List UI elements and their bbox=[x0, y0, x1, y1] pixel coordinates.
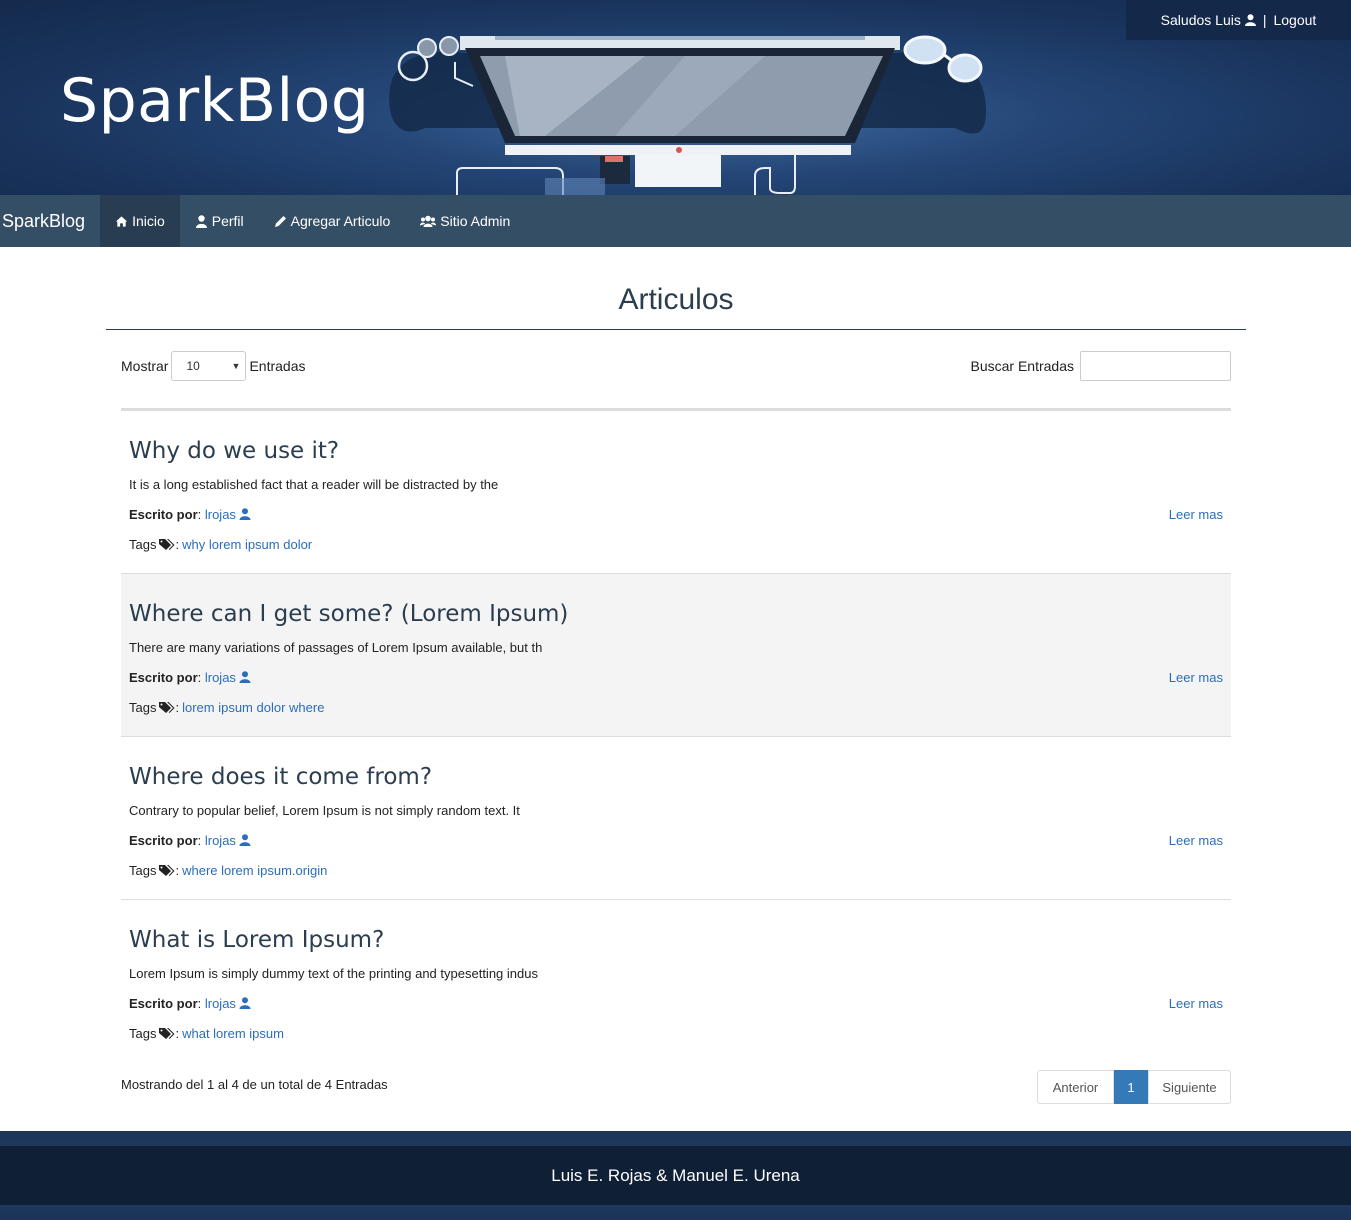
nav-label-inicio: Inicio bbox=[132, 213, 165, 229]
article-tags-line: Tags: where lorem ipsum.origin bbox=[129, 863, 328, 878]
search-input[interactable] bbox=[1080, 351, 1231, 381]
author-label: Escrito por bbox=[129, 670, 198, 685]
author-label: Escrito por bbox=[129, 996, 198, 1011]
nav-item-agregar-articulo[interactable]: Agregar Articulo bbox=[259, 195, 406, 247]
next-page-button[interactable]: Siguiente bbox=[1148, 1070, 1231, 1104]
read-more-link[interactable]: Leer mas bbox=[1169, 670, 1223, 685]
logout-link[interactable]: Logout bbox=[1273, 12, 1316, 28]
nav-item-perfil[interactable]: Perfil bbox=[180, 195, 259, 247]
article-title[interactable]: Where does it come from? bbox=[129, 764, 432, 790]
tag-link[interactable]: lorem ipsum dolor where bbox=[182, 700, 324, 715]
pagination-info: Mostrando del 1 al 4 de un total de 4 En… bbox=[121, 1077, 388, 1092]
tags-label: Tags bbox=[129, 863, 157, 878]
user-bar: Saludos Luis | Logout bbox=[1126, 0, 1351, 40]
tag-link[interactable]: why lorem ipsum dolor bbox=[182, 537, 312, 552]
page-length-value: 10 bbox=[186, 359, 200, 373]
read-more-link[interactable]: Leer mas bbox=[1169, 507, 1223, 522]
tag-link[interactable]: where lorem ipsum.origin bbox=[182, 863, 327, 878]
tags-label: Tags bbox=[129, 1026, 157, 1041]
tags-label: Tags bbox=[129, 700, 157, 715]
footer: Luis E. Rojas & Manuel E. Urena bbox=[0, 1146, 1351, 1205]
site-title: SparkBlog bbox=[60, 66, 370, 136]
page-length-select[interactable]: 10 ▼ bbox=[171, 351, 247, 381]
nav-label-sitio-admin: Sitio Admin bbox=[440, 213, 511, 229]
user-icon bbox=[239, 997, 251, 1009]
search-label: Buscar Entradas bbox=[970, 358, 1075, 374]
tag-link[interactable]: what lorem ipsum bbox=[182, 1026, 284, 1041]
article-excerpt: Lorem Ipsum is simply dummy text of the … bbox=[129, 966, 538, 981]
article-excerpt: Contrary to popular belief, Lorem Ipsum … bbox=[129, 803, 520, 818]
user-icon bbox=[239, 671, 251, 683]
author-link[interactable]: lrojas bbox=[205, 507, 236, 522]
nav-label-agregar-articulo: Agregar Articulo bbox=[290, 213, 391, 229]
user-icon bbox=[239, 834, 251, 846]
desk-illustration bbox=[389, 35, 986, 195]
tags-icon bbox=[159, 702, 175, 713]
main-navbar: SparkBlog Inicio Perfil Agregar Articulo… bbox=[0, 195, 1351, 247]
separator: | bbox=[1262, 12, 1267, 28]
tags-icon bbox=[159, 865, 175, 876]
table-controls: Mostrar 10 ▼ Entradas Buscar Entradas bbox=[121, 351, 1231, 381]
tags-label: Tags bbox=[129, 537, 157, 552]
article-title[interactable]: What is Lorem Ipsum? bbox=[129, 927, 384, 953]
read-more-link[interactable]: Leer mas bbox=[1169, 833, 1223, 848]
author-label: Escrito por bbox=[129, 833, 198, 848]
author-link[interactable]: lrojas bbox=[205, 833, 236, 848]
author-link[interactable]: lrojas bbox=[205, 996, 236, 1011]
footer-credits: Luis E. Rojas & Manuel E. Urena bbox=[551, 1165, 800, 1185]
article-tags-line: Tags: why lorem ipsum dolor bbox=[129, 537, 313, 552]
greeting-text: Saludos Luis bbox=[1160, 12, 1241, 28]
article-author-line: Escrito por: lrojas bbox=[129, 670, 251, 685]
user-icon bbox=[195, 214, 207, 228]
author-link[interactable]: lrojas bbox=[205, 670, 236, 685]
article-row: Where does it come from? Contrary to pop… bbox=[121, 737, 1231, 900]
pencil-icon bbox=[274, 215, 286, 227]
user-icon bbox=[239, 508, 251, 520]
article-title[interactable]: Where can I get some? (Lorem Ipsum) bbox=[129, 601, 568, 627]
page-length-control: Mostrar 10 ▼ Entradas bbox=[121, 351, 306, 381]
chevron-down-icon: ▼ bbox=[231, 361, 241, 371]
show-label: Mostrar bbox=[121, 358, 169, 374]
pagination: Anterior 1 Siguiente bbox=[1037, 1070, 1231, 1104]
read-more-link[interactable]: Leer mas bbox=[1169, 996, 1223, 1011]
article-tags-line: Tags: what lorem ipsum bbox=[129, 1026, 284, 1041]
header-banner: SparkBlog Saludos Luis | Logout bbox=[0, 0, 1351, 195]
nav-item-sitio-admin[interactable]: Sitio Admin bbox=[405, 195, 525, 247]
entries-label: Entradas bbox=[249, 358, 306, 374]
article-row: Where can I get some? (Lorem Ipsum) Ther… bbox=[121, 574, 1231, 737]
article-author-line: Escrito por: lrojas bbox=[129, 507, 251, 522]
article-author-line: Escrito por: lrojas bbox=[129, 833, 251, 848]
article-row: Why do we use it? It is a long establish… bbox=[121, 411, 1231, 574]
nav-item-inicio[interactable]: Inicio bbox=[100, 195, 180, 247]
article-tags-line: Tags: lorem ipsum dolor where bbox=[129, 700, 325, 715]
previous-page-button[interactable]: Anterior bbox=[1037, 1070, 1114, 1104]
users-icon bbox=[420, 215, 437, 227]
tags-icon bbox=[159, 539, 175, 550]
navbar-brand[interactable]: SparkBlog bbox=[0, 195, 100, 247]
article-excerpt: There are many variations of passages of… bbox=[129, 640, 543, 655]
tags-icon bbox=[159, 1028, 175, 1039]
page-title: Articulos bbox=[106, 283, 1246, 330]
search-control: Buscar Entradas bbox=[970, 351, 1231, 381]
article-author-line: Escrito por: lrojas bbox=[129, 996, 251, 1011]
article-title[interactable]: Why do we use it? bbox=[129, 438, 339, 464]
home-icon bbox=[115, 215, 128, 227]
page-1-button[interactable]: 1 bbox=[1114, 1070, 1148, 1104]
article-row: What is Lorem Ipsum? Lorem Ipsum is simp… bbox=[121, 900, 1231, 1063]
article-excerpt: It is a long established fact that a rea… bbox=[129, 477, 499, 492]
author-label: Escrito por bbox=[129, 507, 198, 522]
nav-label-perfil: Perfil bbox=[211, 213, 244, 229]
user-icon bbox=[1244, 14, 1256, 26]
